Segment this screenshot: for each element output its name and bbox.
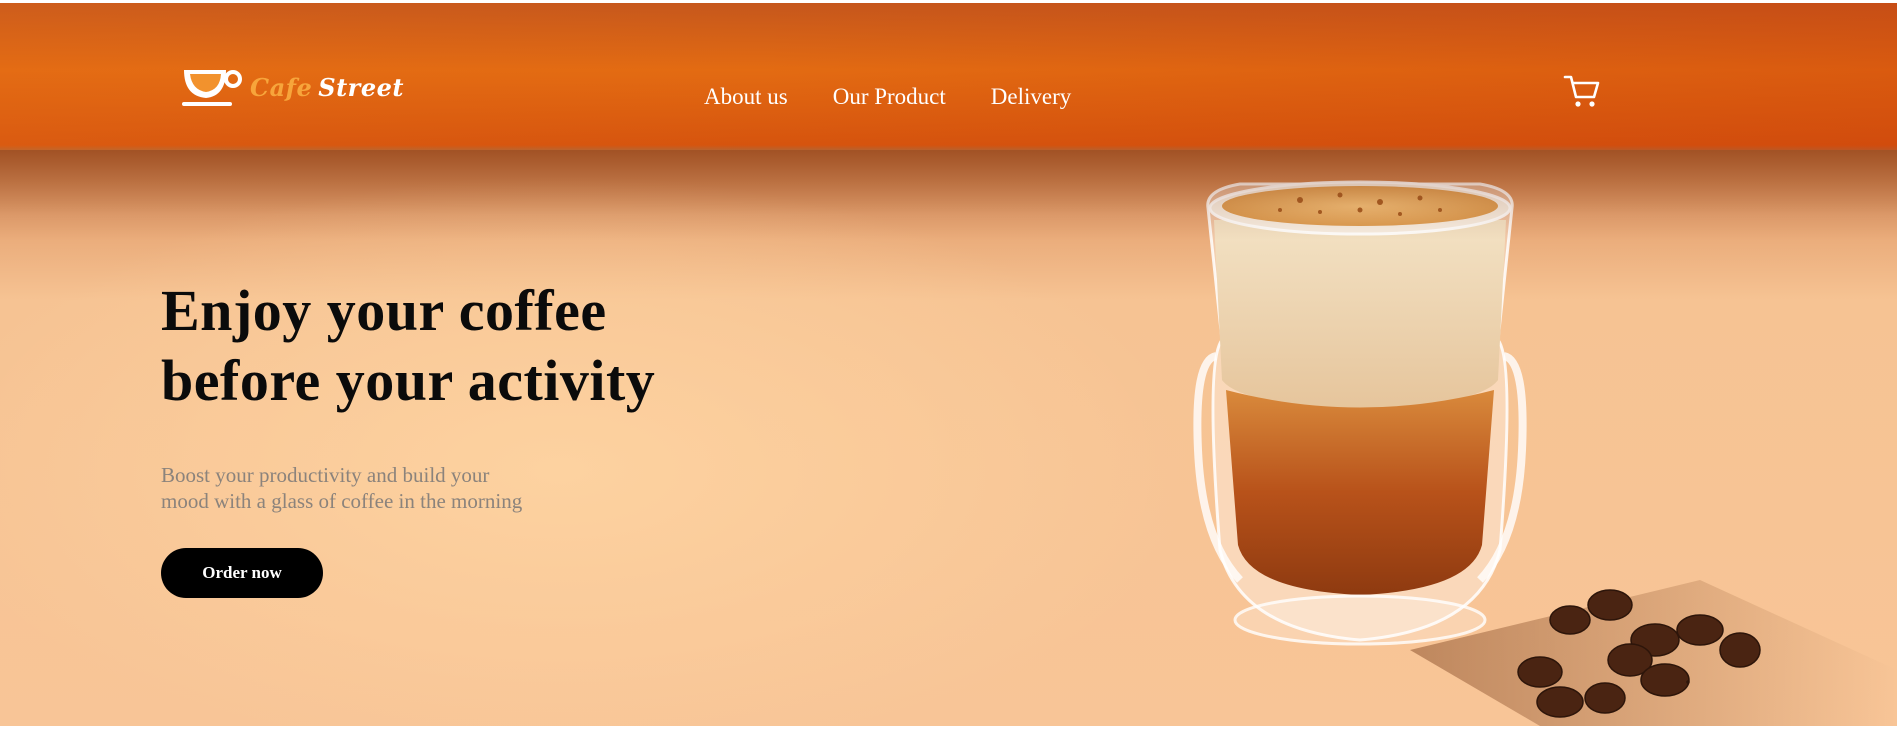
nav-our-product[interactable]: Our Product xyxy=(833,84,946,110)
brand-name-street: Street xyxy=(318,72,404,102)
nav-delivery[interactable]: Delivery xyxy=(991,84,1071,110)
coffee-glass-image xyxy=(1193,180,1897,726)
main-nav: About us Our Product Delivery xyxy=(704,84,1071,110)
bottom-border xyxy=(0,726,1897,730)
hero-subtext: Boost your productivity and build your m… xyxy=(161,463,523,513)
hero-headline: Enjoy your coffee before your activity xyxy=(161,278,656,413)
order-now-button[interactable]: Order now xyxy=(161,548,323,598)
hero-section: Cafe Street About us Our Product Delivery… xyxy=(0,0,1897,730)
brand-name: Cafe Street xyxy=(250,73,404,102)
brand-name-cafe: Cafe xyxy=(250,72,313,102)
nav-about-us[interactable]: About us xyxy=(704,84,788,110)
brand-logo[interactable]: Cafe Street xyxy=(180,66,404,108)
coffee-cup-logo-icon xyxy=(182,70,242,106)
shopping-cart-icon[interactable] xyxy=(1563,72,1601,110)
top-border xyxy=(0,0,1897,3)
